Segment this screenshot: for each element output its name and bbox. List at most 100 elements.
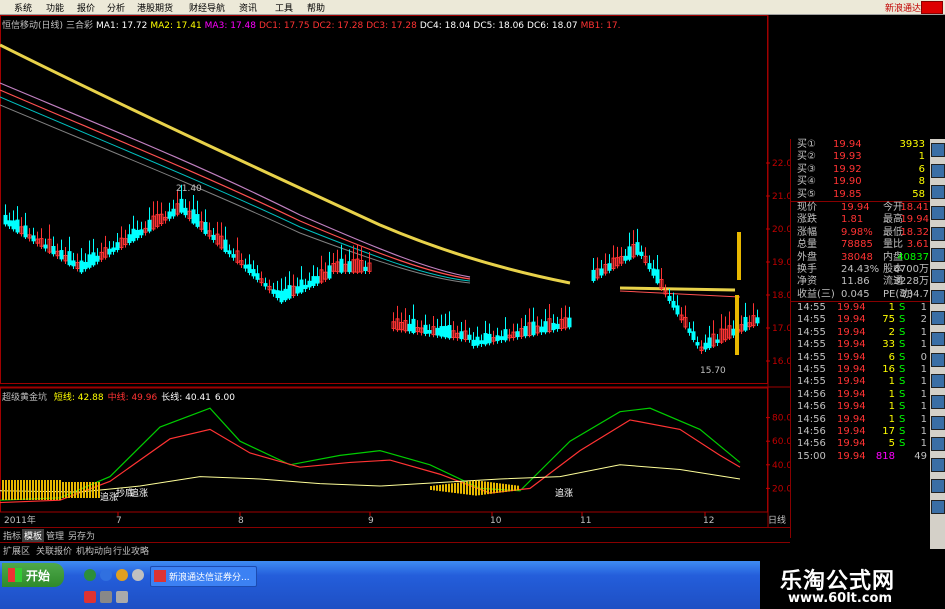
tab-institution[interactable]: 机构动向 (76, 544, 112, 557)
start-button[interactable]: 开始 (2, 563, 64, 587)
taskbar: 开始 新浪通达信证券分... (0, 561, 760, 609)
indicator-tick-label: 60.00 (772, 437, 790, 447)
toolbar-button-icon[interactable] (931, 395, 945, 409)
indicator-bar (32, 480, 34, 500)
candle-body (467, 334, 472, 340)
indicator-bar (50, 480, 52, 500)
indicator-bar (83, 482, 85, 498)
candle-body (635, 242, 640, 255)
candle-body (243, 264, 248, 269)
desktop-icon[interactable] (132, 569, 144, 581)
menu-item-news[interactable]: 资讯 (239, 1, 257, 14)
candle-body (79, 260, 84, 273)
menu-item-help[interactable]: 帮助 (307, 1, 325, 14)
tab-industry[interactable]: 行业攻略 (113, 544, 149, 557)
indicator-bar (62, 482, 64, 498)
indicator-bar (511, 484, 513, 492)
bid-label: 买① (797, 139, 816, 150)
indicator-bar (41, 480, 43, 500)
candle-body (731, 328, 736, 336)
candle-body (139, 229, 144, 236)
toolbar-button-icon[interactable] (931, 353, 945, 367)
bid-volume: 3933 (899, 139, 925, 150)
indicator-bar (65, 482, 67, 498)
toolbar-button-icon[interactable] (931, 416, 945, 430)
tab-extension[interactable]: 扩展区 (3, 544, 30, 557)
toolbar-button-icon[interactable] (931, 458, 945, 472)
month-label: 7 (116, 516, 122, 526)
ma-yellow-line-recent (619, 286, 736, 292)
toolbar-button-icon[interactable] (931, 206, 945, 220)
tab-template[interactable]: 模板 (22, 529, 45, 542)
low-annotation: 15.70 (700, 366, 726, 376)
tab-indicator[interactable]: 指标 (3, 529, 21, 542)
candle-body (327, 265, 332, 279)
toolbar-button-icon[interactable] (931, 437, 945, 451)
ie-icon[interactable] (100, 569, 112, 581)
quicklaunch-icon[interactable] (84, 569, 96, 581)
candle-body (443, 325, 448, 338)
indicator-bar (517, 485, 519, 491)
candle-body (551, 322, 556, 331)
main-panel-frame (0, 15, 768, 384)
watermark-url: www.60lt.com (788, 591, 893, 606)
toolbar-button-icon[interactable] (931, 185, 945, 199)
title-item: MA2: 17.41 (150, 21, 202, 31)
month-label: 9 (368, 516, 374, 526)
folder-icon[interactable] (116, 569, 128, 581)
toolbar-button-icon[interactable] (931, 332, 945, 346)
candle-body (439, 326, 444, 337)
indicator-bar (508, 484, 510, 492)
toolbar-button-icon[interactable] (931, 164, 945, 178)
menu-item-tools[interactable]: 工具 (275, 1, 293, 14)
indicator-bar (451, 483, 453, 493)
title-item: DC6: 18.07 (527, 21, 578, 31)
indicator-bar (487, 481, 489, 495)
candle-body (107, 248, 112, 255)
tab-related-quote[interactable]: 关联报价 (36, 544, 72, 557)
kline-chart[interactable]: 22.00 21.00 20.00 19.00 18.00 17.00 16.00 21.4… (0, 15, 790, 527)
indicator-bar (496, 483, 498, 493)
tray-icon-2[interactable] (100, 591, 112, 603)
toolbar-button-icon[interactable] (931, 143, 945, 157)
taskbar-item-app[interactable]: 新浪通达信证券分... (150, 566, 257, 587)
toolbar-button-icon[interactable] (931, 227, 945, 241)
toolbar-button-icon[interactable] (931, 311, 945, 325)
candle-body (15, 219, 20, 233)
menu-item-system[interactable]: 系统 (14, 1, 32, 14)
limit-up-bar-2 (735, 295, 739, 355)
tab-save-as[interactable]: 另存为 (68, 529, 95, 542)
tray-icon-3[interactable] (116, 591, 128, 603)
candle-body (691, 331, 696, 340)
indicator-bar (23, 480, 25, 500)
toolbar-button-icon[interactable] (931, 269, 945, 283)
menu-item-quote[interactable]: 报价 (77, 1, 95, 14)
ma-purple-line (0, 82, 471, 278)
tray-icon-1[interactable] (84, 591, 96, 603)
candle-body (675, 305, 680, 315)
candle-body (51, 246, 56, 255)
toolbar-button-icon[interactable] (931, 374, 945, 388)
tick-volume: 1 (888, 302, 895, 314)
indicator-bar (469, 481, 471, 495)
toolbar-button-icon[interactable] (931, 500, 945, 514)
indicator-bar (433, 485, 435, 491)
toolbar-button-icon[interactable] (931, 290, 945, 304)
menu-item-finance-nav[interactable]: 财经导航 (189, 1, 225, 14)
candle-body (71, 260, 76, 267)
windows-logo-icon (8, 568, 22, 582)
menu-item-function[interactable]: 功能 (46, 1, 64, 14)
indicator-bar (499, 483, 501, 493)
menu-item-analysis[interactable]: 分析 (107, 1, 125, 14)
tab-manage[interactable]: 管理 (46, 529, 64, 542)
price-tick-label: 22.00 (772, 159, 790, 169)
toolbar-button-icon[interactable] (931, 248, 945, 262)
tick-side: S (899, 376, 906, 388)
tick-volume: 818 (875, 450, 895, 462)
close-icon[interactable] (921, 1, 943, 14)
indicator-axis: 80.00 60.00 40.00 20.00 (766, 414, 790, 494)
candle-body (95, 255, 100, 262)
menu-item-hk-futures[interactable]: 港股期货 (137, 1, 173, 14)
bid-price: 19.92 (833, 163, 862, 175)
toolbar-button-icon[interactable] (931, 479, 945, 493)
